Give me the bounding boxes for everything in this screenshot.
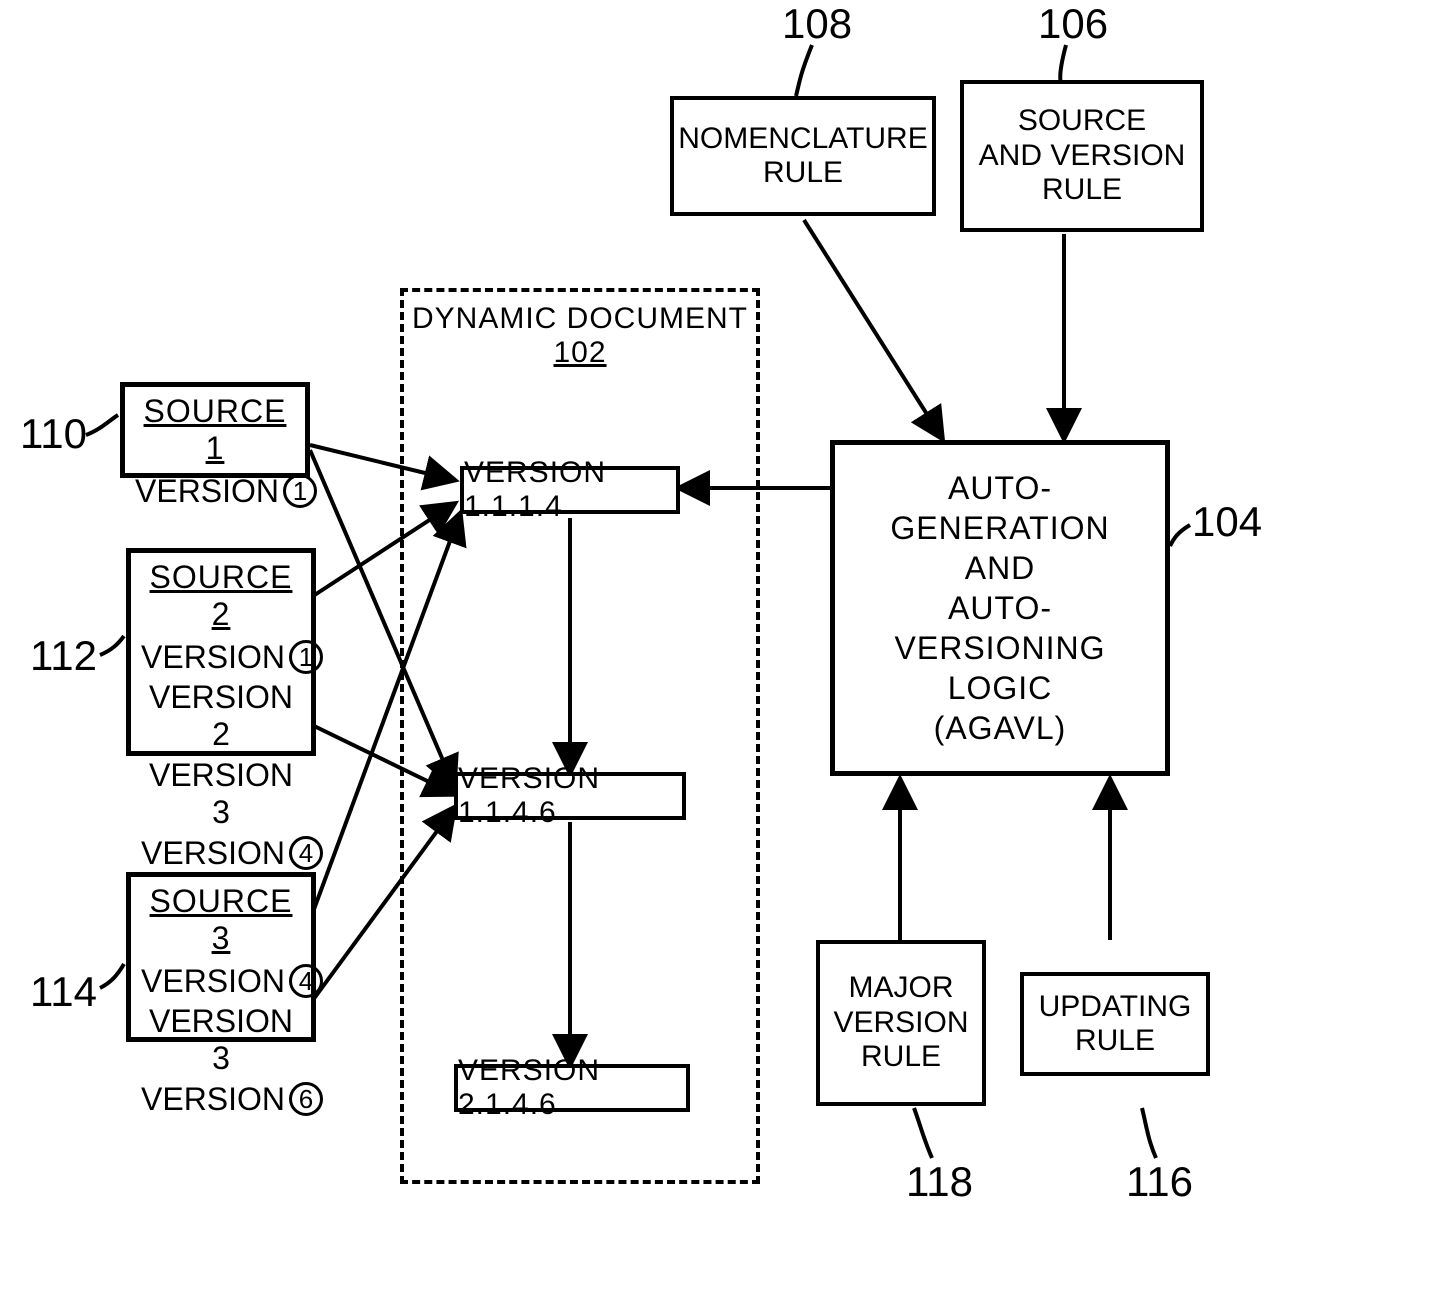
- source-2-row-3-label: VERSION: [141, 835, 285, 872]
- source-2-row-3: VERSION 4: [141, 835, 323, 872]
- major-version-rule-box: MAJOR VERSION RULE: [816, 940, 986, 1106]
- source-2-row-0: VERSION 1: [141, 639, 323, 676]
- source-2-row-0-label: VERSION: [141, 639, 285, 676]
- source-2-row-1-label: VERSION 2: [141, 679, 301, 753]
- ref-102: 102: [553, 336, 606, 369]
- source-3-row-0-circled: 4: [289, 964, 323, 998]
- ref-106: 106: [1038, 0, 1108, 48]
- source-2-row-2-label: VERSION 3: [141, 757, 301, 831]
- source-3-row-0-label: VERSION: [141, 963, 285, 1000]
- source-1-title: SOURCE 1: [135, 393, 295, 467]
- source-3-row-2-circled: 6: [289, 1082, 323, 1116]
- source-3-title: SOURCE 3: [141, 883, 301, 957]
- agavl-box: AUTO-GENERATION AND AUTO-VERSIONING LOGI…: [830, 440, 1170, 776]
- source-3-row-2: VERSION 6: [141, 1081, 323, 1118]
- source-3-row-1-label: VERSION 3: [141, 1003, 301, 1077]
- source-2-box: SOURCE 2 VERSION 1 VERSION 2 VERSION 3 V…: [126, 548, 316, 756]
- ref-110: 110: [20, 410, 87, 458]
- source-2-row-2: VERSION 3: [141, 757, 301, 831]
- source-3-row-2-label: VERSION: [141, 1081, 285, 1118]
- ref-112: 112: [30, 632, 97, 680]
- ref-114: 114: [30, 968, 97, 1016]
- dynamic-document-title: DYNAMIC DOCUMENT 102: [404, 302, 756, 370]
- source-1-box: SOURCE 1 VERSION 1: [120, 382, 310, 478]
- dynamic-version-1: VERSION 1.1.1.4: [460, 466, 680, 514]
- source-1-row-0-label: VERSION: [135, 473, 279, 510]
- dynamic-document-title-text: DYNAMIC DOCUMENT: [412, 302, 748, 335]
- source-3-box: SOURCE 3 VERSION 4 VERSION 3 VERSION 6: [126, 872, 316, 1042]
- source-2-title: SOURCE 2: [141, 559, 301, 633]
- ref-104: 104: [1192, 498, 1262, 546]
- ref-116: 116: [1126, 1158, 1193, 1206]
- source-1-row-0: VERSION 1: [135, 473, 317, 510]
- source-version-rule-box: SOURCE AND VERSION RULE: [960, 80, 1204, 232]
- source-2-row-3-circled: 4: [289, 836, 323, 870]
- nomenclature-rule-box: NOMENCLATURE RULE: [670, 96, 936, 216]
- ref-108: 108: [782, 0, 852, 48]
- source-3-row-1: VERSION 3: [141, 1003, 301, 1077]
- source-1-row-0-circled: 1: [283, 474, 317, 508]
- dynamic-version-3: VERSION 2.1.4.6: [454, 1064, 690, 1112]
- dynamic-document-container: DYNAMIC DOCUMENT 102: [400, 288, 760, 1184]
- source-2-row-1: VERSION 2: [141, 679, 301, 753]
- dynamic-version-2: VERSION 1.1.4.6: [454, 772, 686, 820]
- source-3-row-0: VERSION 4: [141, 963, 323, 1000]
- updating-rule-box: UPDATING RULE: [1020, 972, 1210, 1076]
- source-2-row-0-circled: 1: [289, 640, 323, 674]
- ref-118: 118: [906, 1158, 973, 1206]
